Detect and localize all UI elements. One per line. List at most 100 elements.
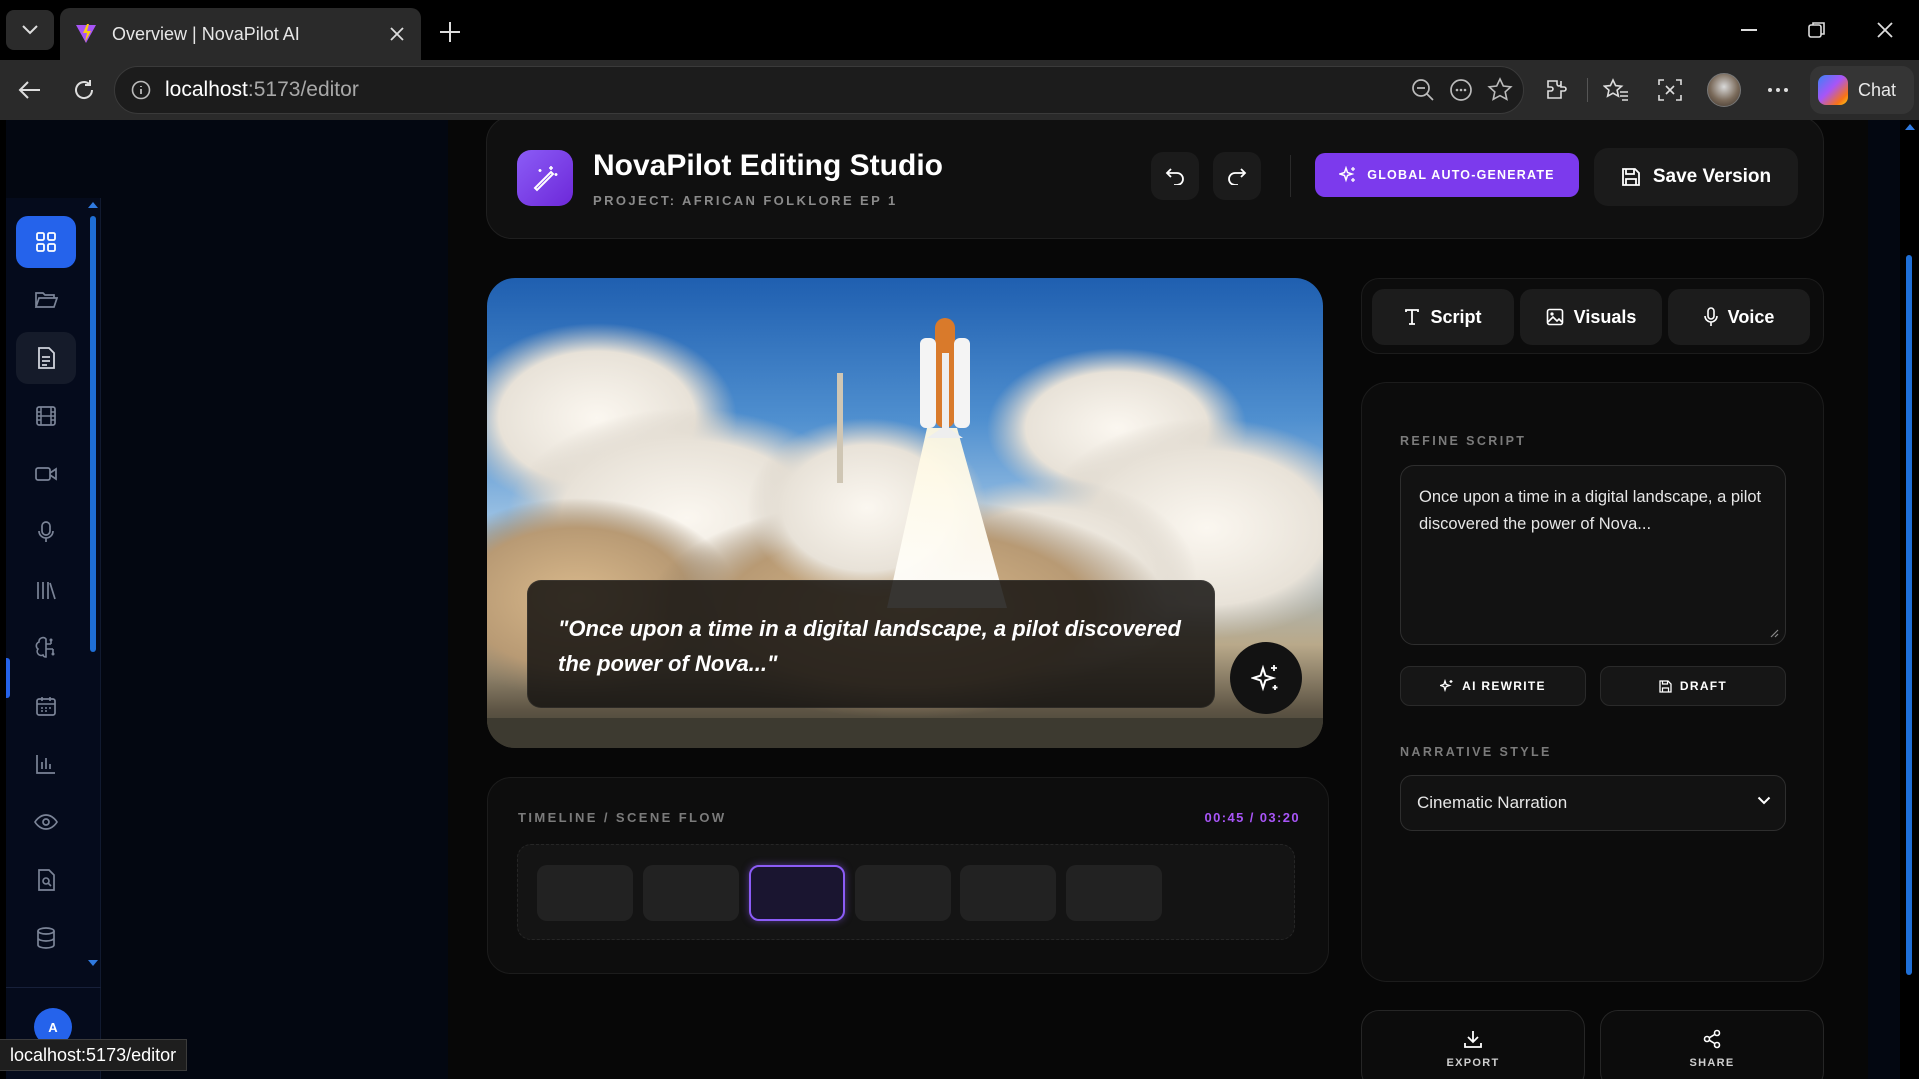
address-url: localhost:5173/editor [165, 78, 359, 101]
page-viewport: A NovaPilot Editing Studio PROJECT: AFRI… [6, 120, 1900, 1079]
arrow-left-icon [18, 81, 40, 99]
share-label: SHARE [1689, 1057, 1735, 1069]
sidebar-item-projects[interactable] [16, 274, 76, 326]
back-button[interactable] [10, 70, 50, 110]
ellipsis-icon [1768, 88, 1788, 92]
screenshot-button[interactable] [1650, 70, 1690, 110]
tab-list-button[interactable] [6, 10, 54, 50]
browser-tab-bar: Overview | NovaPilot AI [0, 0, 1919, 60]
new-tab-button[interactable] [432, 14, 468, 50]
info-icon[interactable] [131, 80, 151, 100]
timeline-track [517, 844, 1295, 940]
share-button[interactable]: SHARE [1600, 1010, 1824, 1079]
export-button[interactable]: EXPORT [1361, 1010, 1585, 1079]
draft-label: DRAFT [1679, 679, 1728, 693]
sidebar-item-library[interactable] [16, 564, 76, 616]
ai-enhance-button[interactable] [1230, 642, 1302, 714]
timeline-clip-selected[interactable] [749, 865, 845, 921]
favorites-button[interactable] [1596, 70, 1636, 110]
video-preview[interactable]: "Once upon a time in a digital landscape… [487, 278, 1323, 748]
scroll-down-arrow-icon[interactable] [88, 960, 98, 966]
sparkles-icon [1251, 664, 1278, 692]
library-icon [37, 582, 56, 600]
browser-tab[interactable]: Overview | NovaPilot AI [60, 8, 421, 60]
timeline-clip[interactable] [960, 865, 1056, 921]
narrative-style-select[interactable]: Cinematic Narration [1400, 775, 1786, 831]
close-window-button[interactable] [1851, 0, 1919, 60]
file-search-icon [38, 869, 55, 891]
redo-button[interactable] [1213, 152, 1261, 200]
minimize-button[interactable] [1715, 0, 1783, 60]
editor-tabs: Script Visuals Voice [1361, 278, 1824, 354]
timeline-clip[interactable] [855, 865, 951, 921]
chat-label: Chat [1858, 79, 1897, 100]
plus-icon [440, 22, 460, 42]
sidebar-item-database[interactable] [16, 912, 76, 964]
draft-button[interactable]: DRAFT [1600, 666, 1786, 706]
ai-rewrite-button[interactable]: AI REWRITE [1400, 666, 1586, 706]
sidebar-item-preview[interactable] [16, 796, 76, 848]
tab-script[interactable]: Script [1372, 289, 1514, 345]
redo-icon [1228, 168, 1247, 185]
sidebar-item-video[interactable] [16, 448, 76, 500]
script-textarea[interactable]: Once upon a time in a digital landscape,… [1400, 465, 1786, 645]
timeline-clip[interactable] [643, 865, 739, 921]
page-scrollbar[interactable] [1900, 120, 1919, 1079]
zoom-out-icon[interactable] [1411, 78, 1435, 102]
star-icon[interactable] [1487, 77, 1513, 103]
scroll-up-arrow-icon[interactable] [1905, 124, 1915, 130]
narrative-style-value: Cinematic Narration [1417, 793, 1568, 812]
calendar-icon [36, 697, 56, 716]
timeline-clip[interactable] [537, 865, 633, 921]
caption-text: "Once upon a time in a digital landscape… [558, 616, 1181, 676]
sidebar-item-ai-studio[interactable] [16, 622, 76, 674]
folder-icon [34, 292, 58, 308]
sidebar-active-marker [6, 658, 10, 698]
save-version-label: Save Version [1652, 166, 1772, 187]
copilot-chat-button[interactable]: Chat [1810, 66, 1914, 114]
screenshot-icon [1658, 79, 1682, 101]
restore-button[interactable] [1783, 0, 1851, 60]
database-icon [37, 927, 55, 949]
undo-icon [1165, 168, 1184, 185]
more-menu-button[interactable] [1758, 70, 1798, 110]
share-icon [1703, 1029, 1721, 1049]
puzzle-icon [1547, 80, 1567, 99]
refine-script-label: REFINE SCRIPT [1400, 434, 1527, 448]
sidebar-scroll-thumb[interactable] [90, 216, 96, 652]
timeline-panel: TIMELINE / SCENE FLOW 00:45 / 03:20 [487, 777, 1329, 974]
bar-chart-icon [36, 755, 55, 774]
profile-button[interactable] [1704, 70, 1744, 110]
timeline-label: TIMELINE / SCENE FLOW [518, 810, 727, 825]
tab-voice[interactable]: Voice [1668, 289, 1810, 345]
type-icon [1405, 309, 1420, 325]
scroll-up-arrow-icon[interactable] [88, 202, 98, 208]
sidebar-item-analytics[interactable] [16, 738, 76, 790]
favorites-icon [1603, 78, 1628, 101]
extensions-button[interactable] [1536, 70, 1576, 110]
refresh-button[interactable] [64, 70, 104, 110]
sidebar-item-scenes[interactable] [16, 390, 76, 442]
sidebar-item-voice[interactable] [16, 506, 76, 558]
studio-logo [517, 150, 573, 206]
address-bar[interactable]: localhost:5173/editor [114, 66, 1524, 114]
sidebar-item-scripts[interactable] [16, 332, 76, 384]
reading-mode-icon[interactable] [1449, 78, 1473, 102]
tab-visuals[interactable]: Visuals [1520, 289, 1662, 345]
save-icon [1659, 679, 1672, 693]
resize-handle-icon[interactable] [1769, 628, 1779, 638]
vite-favicon-icon [76, 24, 96, 43]
global-auto-generate-button[interactable]: GLOBAL AUTO-GENERATE [1315, 153, 1579, 197]
tab-close-icon[interactable] [387, 24, 407, 44]
sidebar-item-file-search[interactable] [16, 854, 76, 906]
page-scroll-thumb[interactable] [1906, 255, 1912, 975]
project-subtitle: PROJECT: AFRICAN FOLKLORE EP 1 [593, 193, 898, 208]
sidebar-item-dashboard[interactable] [16, 216, 76, 268]
undo-button[interactable] [1151, 152, 1199, 200]
timeline-clip[interactable] [1066, 865, 1162, 921]
save-version-button[interactable]: Save Version [1594, 148, 1798, 206]
chevron-down-icon [1757, 796, 1771, 805]
sidebar-scrollbar[interactable] [88, 202, 98, 972]
sidebar-item-calendar[interactable] [16, 680, 76, 732]
header-divider [1290, 155, 1291, 197]
